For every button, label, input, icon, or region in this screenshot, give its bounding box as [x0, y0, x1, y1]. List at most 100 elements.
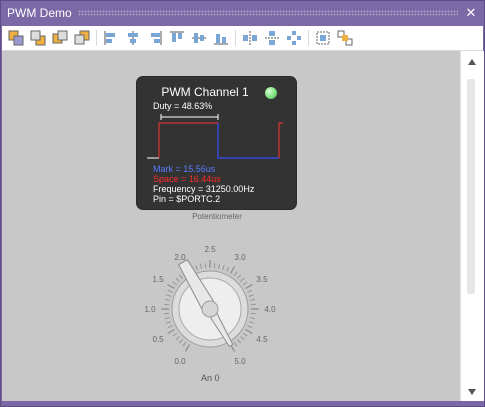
pwm-waveform	[147, 114, 283, 159]
dial-scale-label: 0.5	[152, 335, 164, 344]
ungroup-icon	[337, 30, 353, 46]
scroll-up-arrow-icon[interactable]	[467, 57, 477, 67]
toolbar-separator	[96, 30, 97, 46]
dial-minor-tick	[237, 274, 242, 279]
window-title: PWM Demo	[7, 6, 72, 20]
low-trace	[217, 123, 279, 159]
dial-scale-label: 0.0	[174, 357, 186, 366]
dial-minor-tick	[250, 303, 256, 306]
space-readout: Space = 16.44us	[153, 174, 221, 184]
dial-scale-label: 1.5	[152, 275, 164, 284]
next-edge-trace	[278, 122, 283, 158]
dial-minor-tick	[242, 281, 248, 286]
toolbar-separator	[308, 30, 309, 46]
group-icon	[316, 31, 330, 45]
dial-major-tick	[245, 328, 253, 335]
dial-scale-label: 1.0	[144, 305, 156, 314]
dial-minor-tick	[242, 332, 248, 337]
dial-minor-tick	[248, 294, 254, 297]
distribute-horizontal-icon	[243, 31, 257, 45]
vertical-scrollbar[interactable]	[460, 51, 484, 401]
pwm-channel-title: PWM Channel 1	[161, 85, 249, 99]
space-evenly-button[interactable]	[286, 30, 302, 46]
dial-center-cap	[201, 300, 219, 318]
analog-channel-label: An 0	[201, 373, 220, 383]
dial-minor-tick	[164, 299, 170, 301]
dial-minor-tick	[218, 263, 220, 269]
bring-to-front-button[interactable]	[8, 30, 24, 46]
dial-minor-tick	[248, 321, 254, 324]
dial-minor-tick	[172, 281, 178, 286]
dial-scale-label: 3.0	[234, 253, 246, 262]
group-button[interactable]	[315, 30, 331, 46]
ungroup-button[interactable]	[337, 30, 353, 46]
align-left-button[interactable]	[103, 30, 119, 46]
status-led	[265, 87, 277, 99]
dial-minor-tick	[226, 266, 230, 272]
dial-scale-label: 3.5	[256, 275, 268, 284]
distribute-vertical-button[interactable]	[264, 30, 280, 46]
align-middle-button[interactable]	[191, 30, 207, 46]
dial-minor-tick	[240, 277, 245, 282]
dial-minor-tick	[164, 303, 170, 306]
dial-minor-tick	[172, 332, 178, 337]
align-right-button[interactable]	[147, 30, 163, 46]
align-center-icon	[128, 31, 138, 45]
potentiometer-label: Potentiometer	[192, 212, 242, 221]
align-right-icon	[151, 31, 162, 45]
align-bottom-button[interactable]	[213, 30, 229, 46]
dial-minor-tick	[175, 336, 180, 341]
design-canvas[interactable]: PWM Channel 1 Duty = 48.63% Mark = 15.56…	[2, 51, 460, 401]
align-top-icon	[170, 31, 184, 42]
dial-minor-tick	[250, 317, 256, 319]
dial-minor-tick	[240, 336, 245, 341]
dial-major-tick	[229, 266, 236, 274]
align-center-button[interactable]	[125, 30, 141, 46]
dial-minor-tick	[167, 289, 173, 293]
dial-minor-tick	[250, 299, 256, 301]
scroll-thumb[interactable]	[467, 79, 475, 294]
distribute-horizontal-button[interactable]	[242, 30, 258, 46]
dial-minor-tick	[247, 325, 253, 329]
dial-major-tick	[184, 344, 191, 352]
scroll-down-arrow-icon[interactable]	[467, 387, 477, 397]
dial-minor-tick	[200, 263, 202, 269]
align-top-button[interactable]	[169, 30, 185, 46]
send-to-back-button[interactable]	[30, 30, 46, 46]
dial-scale-label: 4.0	[264, 305, 276, 314]
pin-readout: Pin = $PORTC.2	[153, 194, 221, 204]
dial-minor-tick	[250, 312, 256, 315]
pwm-channel-panel[interactable]: PWM Channel 1 Duty = 48.63% Mark = 15.56…	[137, 77, 296, 209]
dial-minor-tick	[233, 341, 238, 347]
dial-major-tick	[167, 283, 175, 290]
duty-readout: Duty = 48.63%	[153, 101, 213, 111]
title-grip	[77, 10, 458, 16]
potentiometer-dial[interactable]: 0.0 0.5 1.0 1.5 2.0 2.5 3.0 3.5 4.0 4.5 5.0	[132, 231, 292, 381]
align-middle-icon	[192, 33, 206, 43]
dial-minor-tick	[204, 263, 207, 269]
dial-minor-tick	[178, 339, 183, 344]
close-button[interactable]: ✕	[464, 6, 478, 20]
dial-major-tick	[167, 328, 175, 335]
dial-scale-label: 5.0	[234, 357, 246, 366]
dial-minor-tick	[222, 265, 225, 271]
bring-to-front-icon	[8, 30, 24, 46]
toolbar	[2, 26, 483, 51]
dial-scale-label: 2.5	[204, 245, 216, 254]
space-evenly-icon	[287, 31, 301, 45]
send-to-back-icon	[30, 30, 46, 46]
bring-forward-button[interactable]	[52, 30, 68, 46]
frequency-readout: Frequency = 31250.00Hz	[153, 184, 255, 194]
send-backward-button[interactable]	[74, 30, 90, 46]
dial-minor-tick	[175, 277, 180, 282]
dial-scale-label: 4.5	[256, 335, 268, 344]
dial-scale-label: 2.0	[174, 253, 186, 262]
toolbar-separator	[235, 30, 236, 46]
dial-minor-tick	[164, 312, 170, 315]
distribute-vertical-icon	[265, 31, 279, 45]
dial-minor-tick	[182, 341, 187, 347]
send-backward-icon	[74, 30, 90, 45]
title-bar[interactable]: PWM Demo ✕	[1, 1, 484, 25]
dial-minor-tick	[247, 289, 253, 293]
dial-minor-tick	[166, 294, 172, 297]
